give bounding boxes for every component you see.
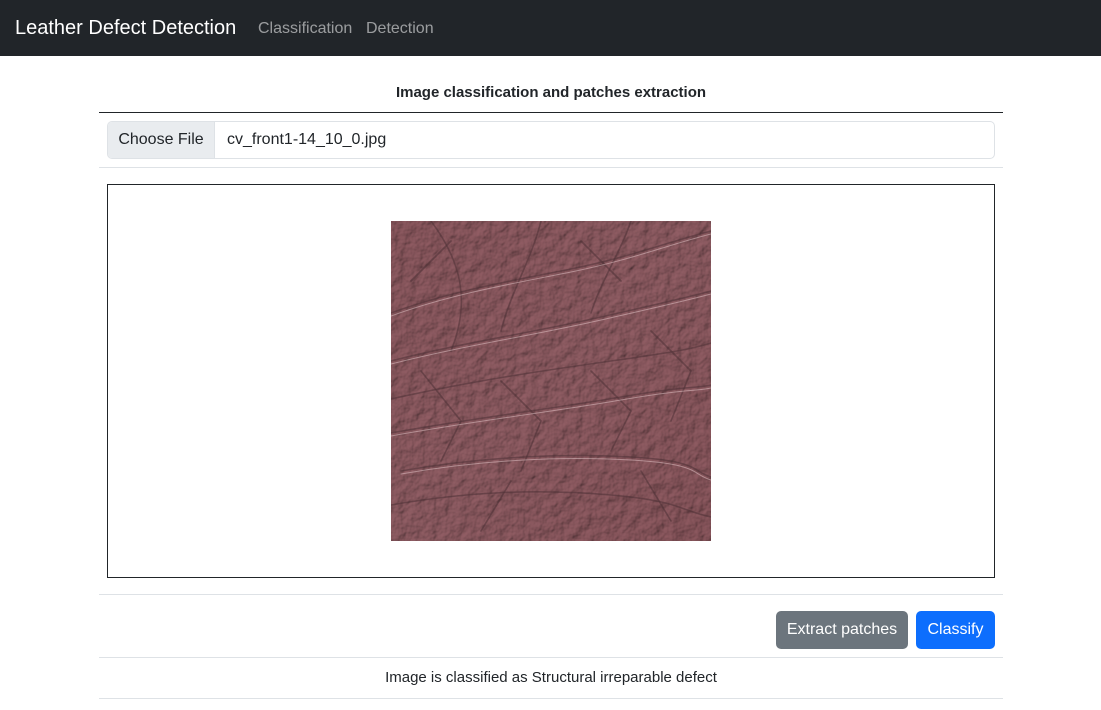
page-title: Image classification and patches extract… (395, 84, 707, 101)
navbar-brand[interactable]: Leather Defect Detection (15, 16, 236, 40)
file-input[interactable]: Choose File cv_front1-14_10_0.jpg (107, 121, 995, 159)
selected-file-name: cv_front1-14_10_0.jpg (227, 131, 387, 148)
choose-file-button[interactable]: Choose File (108, 122, 215, 158)
leather-sample-image (391, 221, 711, 541)
classification-result: Image is classified as Structural irrepa… (385, 669, 717, 686)
classify-button[interactable]: Classify (916, 611, 995, 649)
nav-link-classification[interactable]: Classification (258, 19, 352, 38)
image-preview-frame (107, 184, 995, 578)
divider (99, 167, 1003, 168)
nav-link-detection[interactable]: Detection (366, 19, 434, 38)
top-navbar: Leather Defect Detection Classification … (0, 0, 1101, 56)
extract-patches-button[interactable]: Extract patches (776, 611, 908, 649)
divider (99, 657, 1003, 658)
divider (99, 594, 1003, 595)
divider (99, 698, 1003, 699)
title-divider (99, 112, 1003, 113)
